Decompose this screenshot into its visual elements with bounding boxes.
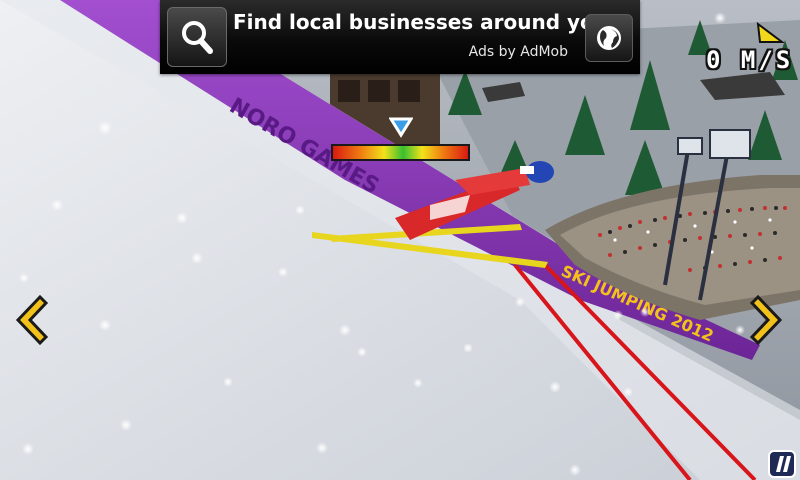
globe-icon xyxy=(597,26,621,50)
search-icon xyxy=(182,21,213,54)
floodlight xyxy=(709,129,751,159)
balance-marker-icon xyxy=(388,117,413,138)
chevron-right-icon[interactable] xyxy=(748,293,790,347)
speed-readout: 0 M/S xyxy=(706,46,794,74)
ad-globe-button[interactable] xyxy=(585,14,633,62)
chevron-left-icon[interactable] xyxy=(8,293,50,347)
balance-meter xyxy=(331,144,470,161)
ad-search-button[interactable] xyxy=(167,7,227,67)
ad-headline[interactable]: Find local businesses around you! xyxy=(233,10,617,34)
ad-banner[interactable]: Find local businesses around you! Ads by… xyxy=(160,0,640,74)
floodlight xyxy=(677,137,703,155)
pause-icon[interactable] xyxy=(768,450,796,478)
ad-attribution: Ads by AdMob xyxy=(468,44,568,60)
wind-direction-icon xyxy=(756,22,784,43)
